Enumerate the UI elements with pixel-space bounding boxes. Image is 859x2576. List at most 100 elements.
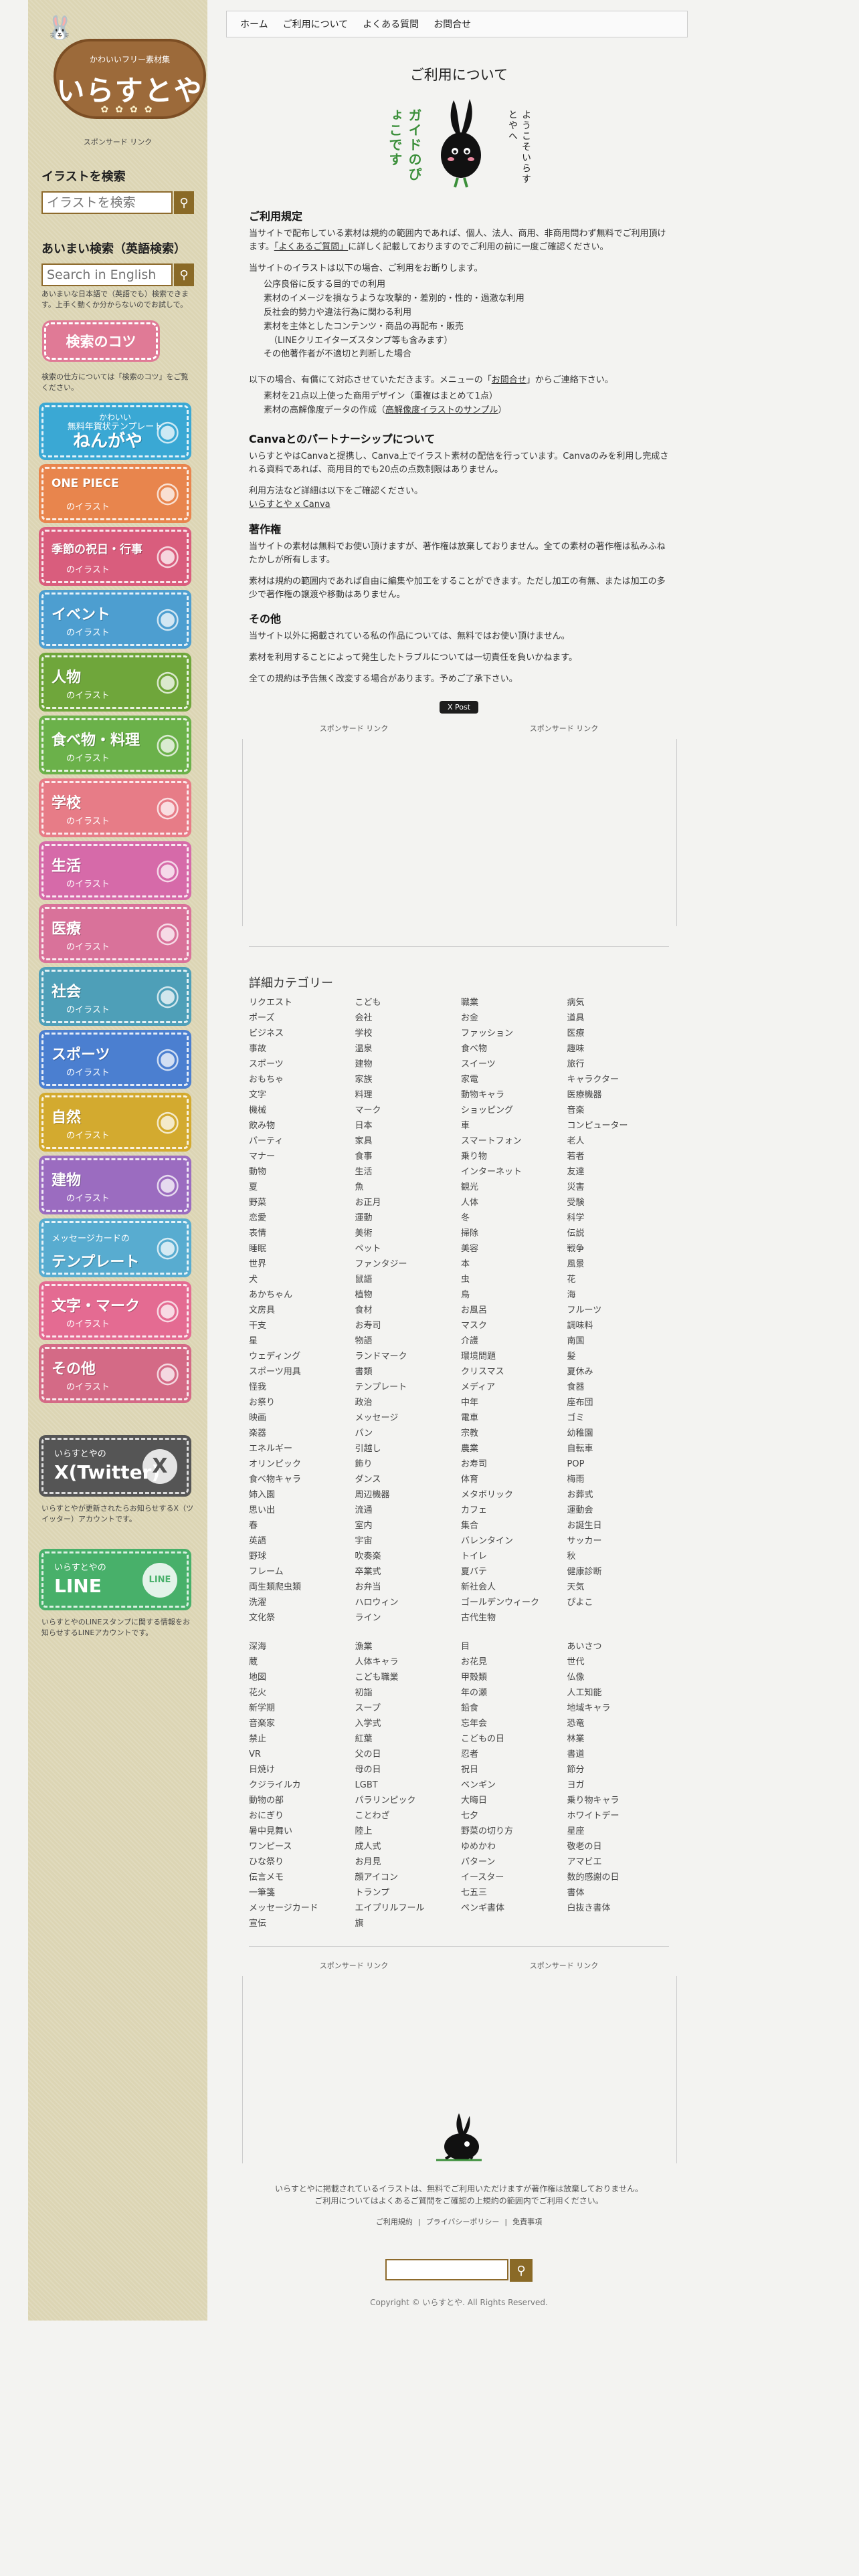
category-link[interactable]: ライン xyxy=(355,1612,458,1627)
category-link[interactable]: 深海 xyxy=(249,1640,351,1656)
category-link[interactable]: 顔アイコン xyxy=(355,1871,458,1887)
category-link[interactable]: 数的感謝の日 xyxy=(567,1871,670,1887)
category-link[interactable]: 動物キャラ xyxy=(461,1089,563,1104)
tweet-button[interactable]: X Post xyxy=(439,701,479,714)
nav-item[interactable]: お問合せ xyxy=(434,17,471,31)
category-link[interactable]: 周辺機器 xyxy=(355,1489,458,1504)
category-link[interactable]: お風呂 xyxy=(461,1304,563,1319)
category-link[interactable]: 調味料 xyxy=(567,1319,670,1335)
category-link[interactable]: 春 xyxy=(249,1519,351,1535)
category-link[interactable]: メッセージ xyxy=(355,1412,458,1427)
category-link[interactable]: パターン xyxy=(461,1856,563,1871)
category-link[interactable]: 新社会人 xyxy=(461,1581,563,1596)
category-link[interactable]: 新学期 xyxy=(249,1702,351,1717)
category-link[interactable]: ペンギ書体 xyxy=(461,1902,563,1917)
canva-link[interactable]: いらすとや x Canva xyxy=(249,500,330,510)
category-link[interactable]: 食事 xyxy=(355,1150,458,1166)
category-link[interactable]: 文化祭 xyxy=(249,1612,351,1627)
category-link[interactable]: 恋愛 xyxy=(249,1212,351,1227)
category-link[interactable]: 秋 xyxy=(567,1550,670,1566)
category-link[interactable]: 夏 xyxy=(249,1181,351,1196)
category-link[interactable]: 事故 xyxy=(249,1043,351,1058)
category-link[interactable]: 医療機器 xyxy=(567,1089,670,1104)
category-link[interactable]: 大晦日 xyxy=(461,1794,563,1810)
category-link[interactable]: 自転車 xyxy=(567,1442,670,1458)
category-link[interactable]: 星 xyxy=(249,1335,351,1350)
category-link[interactable]: 目 xyxy=(461,1640,563,1656)
category-link[interactable]: 文房具 xyxy=(249,1304,351,1319)
line-banner[interactable]: いらすとやの LINE LINE xyxy=(41,1551,189,1608)
category-link[interactable]: 夏休み xyxy=(567,1366,670,1381)
category-link[interactable]: イースター xyxy=(461,1871,563,1887)
category-link[interactable]: 忍者 xyxy=(461,1748,563,1763)
category-link[interactable]: トイレ xyxy=(461,1550,563,1566)
category-link[interactable]: 病気 xyxy=(567,996,670,1012)
category-link[interactable]: ひな祭り xyxy=(249,1856,351,1871)
footer-link[interactable]: ご利用規約 xyxy=(376,2218,413,2226)
category-link[interactable]: 温泉 xyxy=(355,1043,458,1058)
category-link[interactable]: 建物 xyxy=(355,1058,458,1073)
category-link[interactable]: 家電 xyxy=(461,1073,563,1089)
category-link[interactable]: こどもの日 xyxy=(461,1733,563,1748)
category-link[interactable]: 甲殻類 xyxy=(461,1671,563,1687)
category-link[interactable]: 乗り物 xyxy=(461,1150,563,1166)
category-link[interactable]: バレンタイン xyxy=(461,1535,563,1550)
category-link[interactable]: 古代生物 xyxy=(461,1612,563,1627)
category-banner[interactable]: 季節の祝日・行事 のイラスト ◉ xyxy=(41,529,189,583)
category-link[interactable]: 戦争 xyxy=(567,1243,670,1258)
search-input[interactable] xyxy=(41,191,173,214)
category-link[interactable]: 漁業 xyxy=(355,1640,458,1656)
category-link[interactable]: ファンタジー xyxy=(355,1258,458,1273)
category-link[interactable]: キャラクター xyxy=(567,1073,670,1089)
category-link[interactable]: ダンス xyxy=(355,1473,458,1489)
category-banner[interactable]: イベント のイラスト ◉ xyxy=(41,592,189,646)
category-link[interactable]: ワンピース xyxy=(249,1840,351,1856)
category-link[interactable]: ウェディング xyxy=(249,1350,351,1366)
category-link[interactable]: ランドマーク xyxy=(355,1350,458,1366)
category-link[interactable]: 仏像 xyxy=(567,1671,670,1687)
category-link[interactable]: 蔵 xyxy=(249,1656,351,1671)
category-link[interactable]: こども職業 xyxy=(355,1671,458,1687)
category-link[interactable]: ハロウィン xyxy=(355,1596,458,1612)
category-link[interactable]: 健康診断 xyxy=(567,1566,670,1581)
category-link[interactable]: ヨガ xyxy=(567,1779,670,1794)
category-link[interactable]: ぴよこ xyxy=(567,1596,670,1612)
category-link[interactable]: 食べ物 xyxy=(461,1043,563,1058)
category-link[interactable]: あかちゃん xyxy=(249,1289,351,1304)
category-link[interactable]: 美容 xyxy=(461,1243,563,1258)
hires-sample-link[interactable]: 高解像度イラストのサンプル xyxy=(385,405,498,415)
category-link[interactable]: クリスマス xyxy=(461,1366,563,1381)
category-link[interactable]: 日本 xyxy=(355,1119,458,1135)
category-link[interactable]: 花 xyxy=(567,1273,670,1289)
category-link[interactable]: 電車 xyxy=(461,1412,563,1427)
category-link[interactable]: 髪 xyxy=(567,1350,670,1366)
category-link[interactable]: 卒業式 xyxy=(355,1566,458,1581)
category-link[interactable]: 洗濯 xyxy=(249,1596,351,1612)
category-link[interactable]: 動物の部 xyxy=(249,1794,351,1810)
category-link[interactable]: クジライルカ xyxy=(249,1779,351,1794)
category-link[interactable]: ゴミ xyxy=(567,1412,670,1427)
category-link[interactable]: 科学 xyxy=(567,1212,670,1227)
category-link[interactable]: 鳥 xyxy=(461,1289,563,1304)
category-link[interactable]: 鼠語 xyxy=(355,1273,458,1289)
category-link[interactable]: 趣味 xyxy=(567,1043,670,1058)
category-link[interactable]: スポーツ xyxy=(249,1058,351,1073)
category-link[interactable]: サッカー xyxy=(567,1535,670,1550)
category-link[interactable]: 宗教 xyxy=(461,1427,563,1442)
nav-item[interactable]: ホーム xyxy=(240,17,268,31)
contact-link[interactable]: お問合せ xyxy=(492,375,527,385)
category-link[interactable]: 植物 xyxy=(355,1289,458,1304)
category-link[interactable]: ベンギン xyxy=(461,1779,563,1794)
category-link[interactable]: 美術 xyxy=(355,1227,458,1243)
category-link[interactable]: 敬老の日 xyxy=(567,1840,670,1856)
faq-link[interactable]: 「よくあるご質問」 xyxy=(274,242,349,252)
category-link[interactable]: 姉入園 xyxy=(249,1489,351,1504)
category-link[interactable]: アマビエ xyxy=(567,1856,670,1871)
category-link[interactable]: 星座 xyxy=(567,1825,670,1840)
category-link[interactable]: 観光 xyxy=(461,1181,563,1196)
category-link[interactable]: 地図 xyxy=(249,1671,351,1687)
category-link[interactable]: ビジネス xyxy=(249,1027,351,1043)
category-link[interactable]: POP xyxy=(567,1458,670,1473)
category-link[interactable]: 政治 xyxy=(355,1396,458,1412)
category-link[interactable]: 地域キャラ xyxy=(567,1702,670,1717)
